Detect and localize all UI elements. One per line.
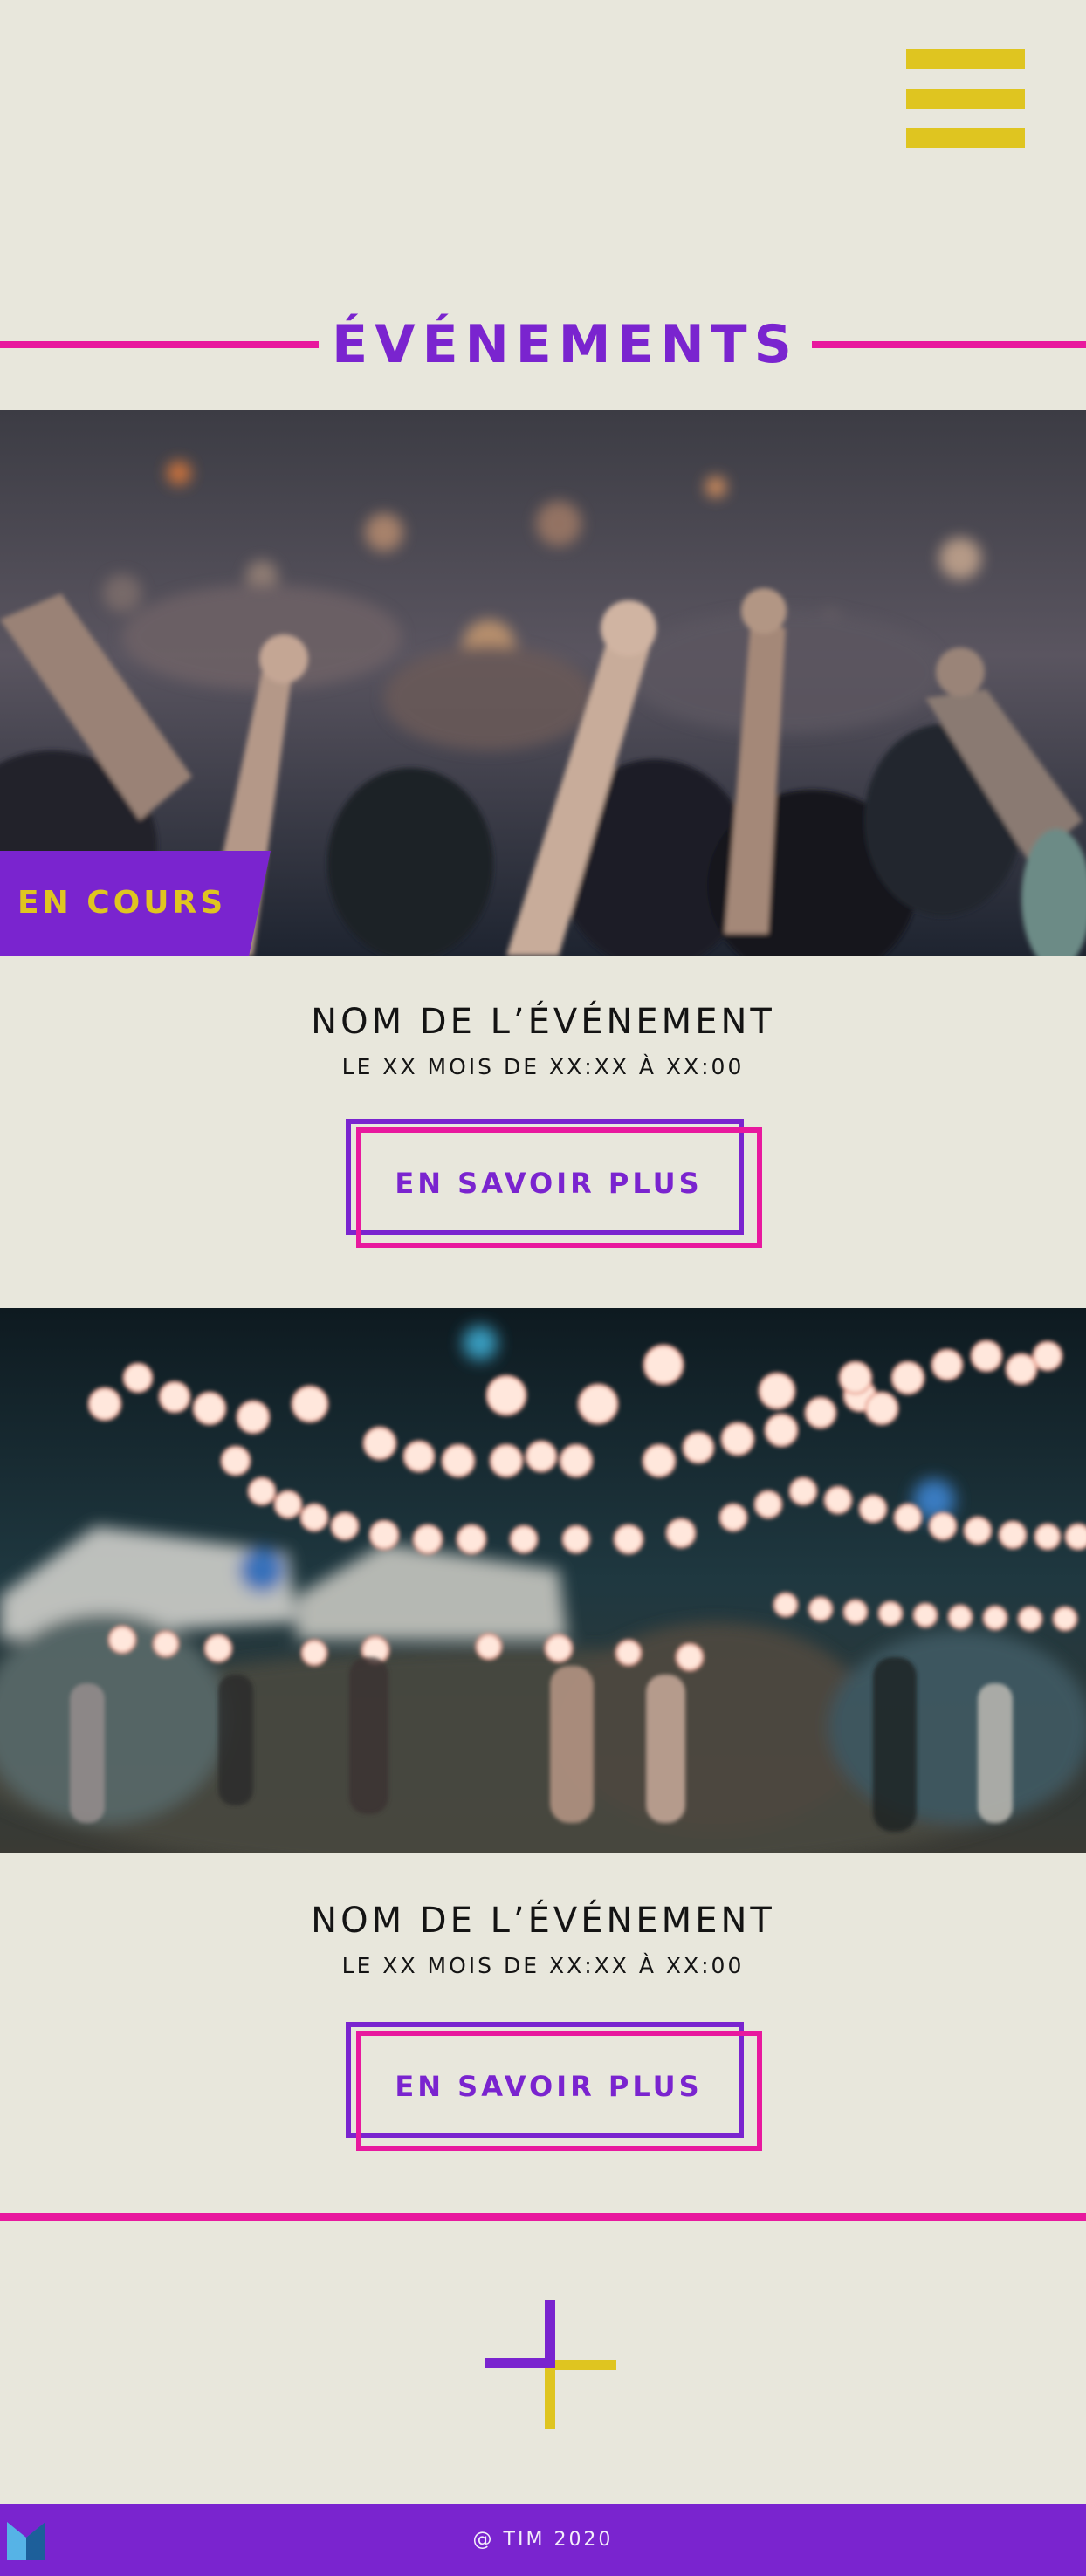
menu-bar [906, 89, 1025, 109]
event-image-festival [0, 1308, 1086, 1853]
event-status-badge: EN COURS [0, 851, 271, 956]
event-date: LE XX MOIS DE XX:XX À XX:00 [341, 1054, 745, 1079]
learn-more-button[interactable]: EN SAVOIR PLUS [346, 2022, 762, 2151]
copyright-text: @ TIM 2020 [472, 2529, 614, 2551]
hamburger-menu-icon[interactable] [906, 49, 1025, 150]
title-line-right [812, 341, 1086, 348]
plus-icon[interactable] [485, 2299, 616, 2429]
plus-bar-yellow-horizontal [546, 2360, 616, 2370]
button-label: EN SAVOIR PLUS [395, 2070, 703, 2103]
learn-more-button[interactable]: EN SAVOIR PLUS [346, 1119, 762, 1248]
section-divider [0, 2213, 1086, 2221]
event-name: NOM DE L’ÉVÉNEMENT [311, 1901, 775, 1941]
footer: @ TIM 2020 [0, 2504, 1086, 2576]
page-title-row: ÉVÉNEMENTS [0, 314, 1086, 375]
plus-bar-purple-horizontal [485, 2358, 555, 2368]
event-date: LE XX MOIS DE XX:XX À XX:00 [341, 1953, 745, 1978]
button-label: EN SAVOIR PLUS [395, 1167, 703, 1200]
menu-bar [906, 128, 1025, 148]
badge-label: EN COURS [17, 885, 227, 921]
event-image-concert: EN COURS [0, 410, 1086, 956]
event-name: NOM DE L’ÉVÉNEMENT [311, 1002, 775, 1042]
page-title: ÉVÉNEMENTS [332, 314, 799, 375]
plus-bar-yellow-vertical [545, 2360, 555, 2429]
title-line-left [0, 341, 319, 348]
menu-bar [906, 49, 1025, 69]
